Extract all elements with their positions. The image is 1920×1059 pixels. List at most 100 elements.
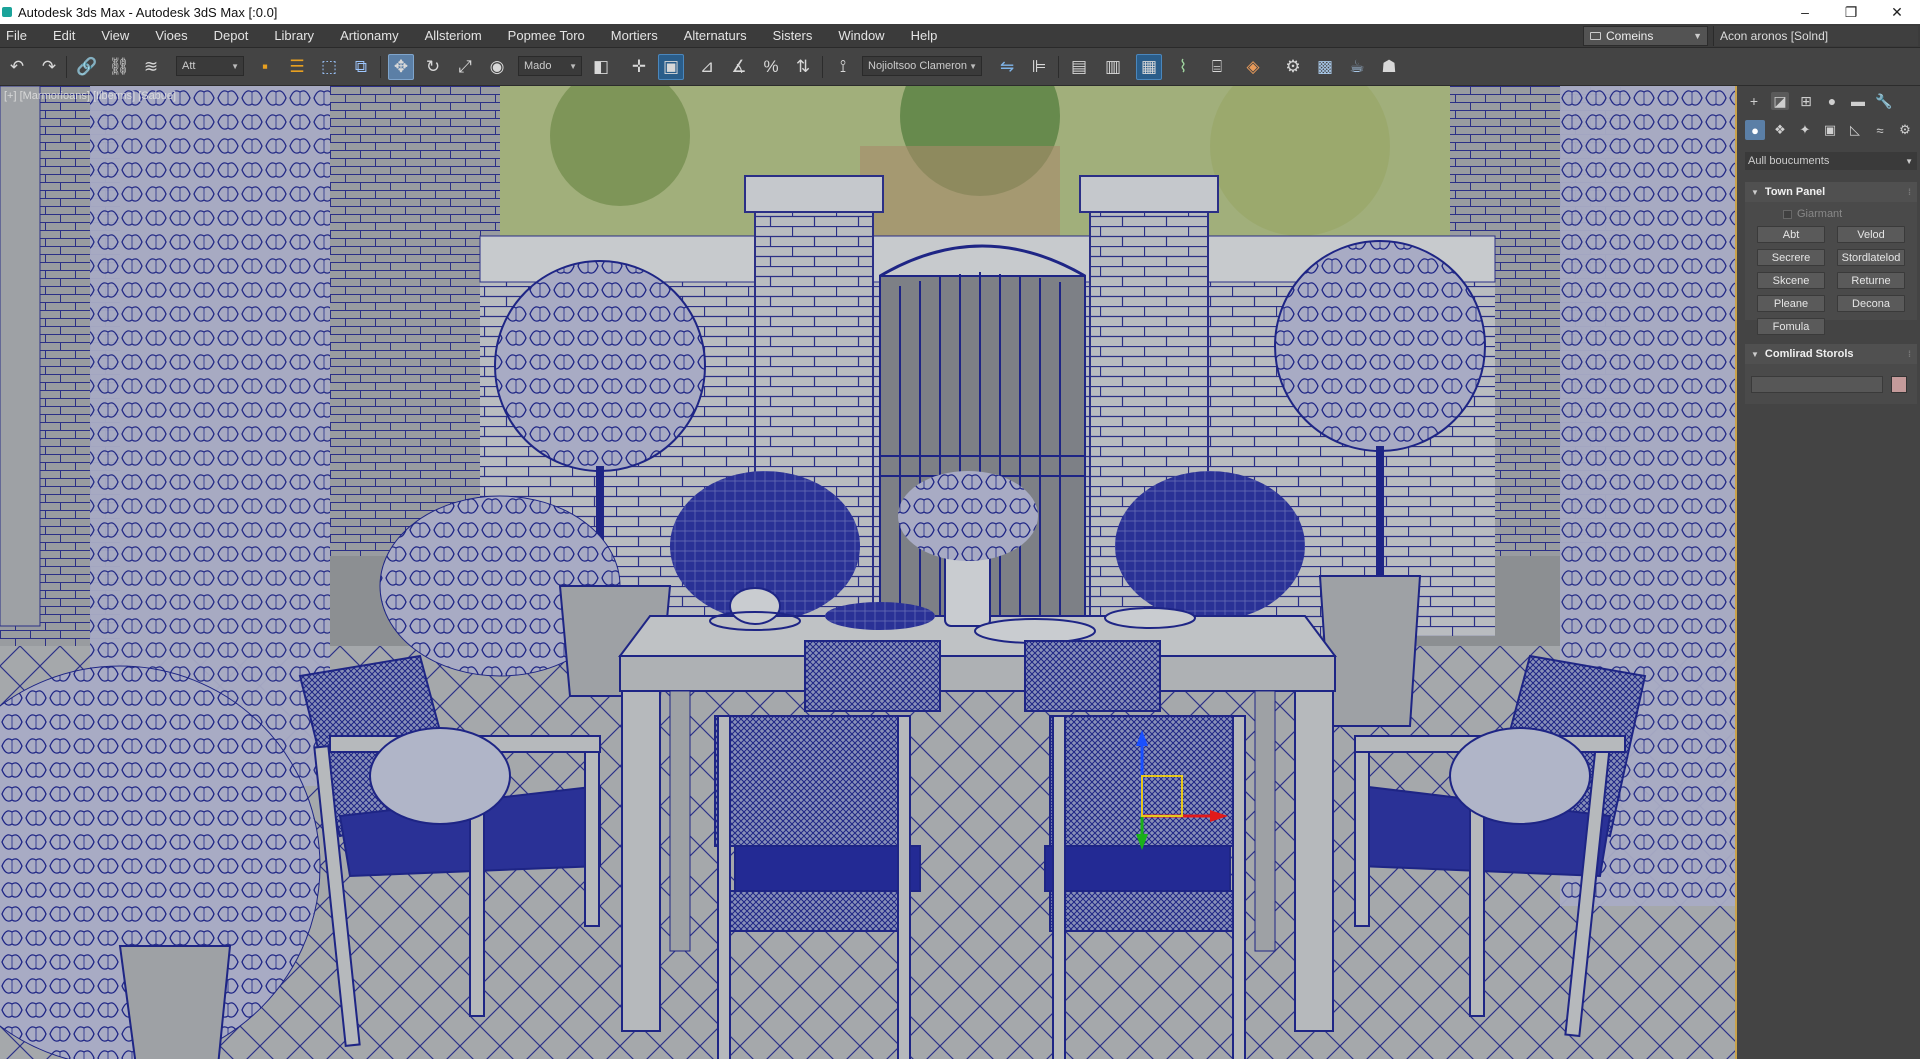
checkbox-box	[1783, 209, 1792, 219]
maximize-button[interactable]: ❐	[1828, 0, 1874, 24]
scene-explorer-icon[interactable]: ▤	[1066, 54, 1092, 80]
coord-system-value: Mado	[524, 60, 552, 72]
rectangular-selection-icon[interactable]: ⬚	[316, 54, 342, 80]
rollout-title: Town Panel	[1764, 186, 1826, 198]
render-setup-icon[interactable]: ⚙	[1280, 54, 1306, 80]
menu-depot[interactable]: Depot	[201, 28, 262, 43]
systems-icon[interactable]: ⚙	[1895, 120, 1915, 140]
menu-sisters[interactable]: Sisters	[760, 28, 826, 43]
layer-explorer-icon[interactable]: ▥	[1100, 54, 1126, 80]
motion-tab-icon[interactable]: ●	[1823, 92, 1841, 110]
render-iterative-icon[interactable]: ☗	[1376, 54, 1402, 80]
ribbon-toggle-icon[interactable]: ▦	[1136, 54, 1162, 80]
mirror-icon[interactable]: ⇋	[994, 54, 1020, 80]
chevron-down-icon: ▼	[569, 61, 577, 71]
object-category-dropdown[interactable]: Aull boucuments ▼	[1745, 152, 1917, 170]
perspective-viewport[interactable]: [+] [Marmorioans] [Ilberms] [Sabue]	[0, 86, 1737, 1059]
modify-tab-icon[interactable]: ◪	[1771, 92, 1789, 110]
hierarchy-tab-icon[interactable]: ⊞	[1797, 92, 1815, 110]
reference-coordinate-dropdown[interactable]: Mado ▼	[518, 56, 582, 76]
giarmant-checkbox[interactable]: Giarmant	[1783, 208, 1842, 220]
menu-artionamy[interactable]: Artionamy	[327, 28, 412, 43]
unlink-icon[interactable]: ⛓	[106, 54, 132, 80]
workspace-dropdown[interactable]: Comeins ▼	[1583, 26, 1708, 46]
menu-alternaturs[interactable]: Alternaturs	[671, 28, 760, 43]
align-icon[interactable]: ⊫	[1026, 54, 1052, 80]
select-by-name-icon[interactable]: ☰	[284, 54, 310, 80]
render-production-icon[interactable]: ☕	[1344, 54, 1370, 80]
cameras-icon[interactable]: ▣	[1820, 120, 1840, 140]
create-subcategory-bar: ● ❖ ✦ ▣ ◺ ≈ ⚙	[1739, 118, 1920, 142]
selection-filter-dropdown[interactable]: Att ▼	[176, 56, 244, 76]
menu-edit[interactable]: Edit	[40, 28, 88, 43]
geometry-icon[interactable]: ●	[1745, 120, 1765, 140]
object-type-button[interactable]: Returne	[1837, 272, 1905, 289]
object-type-button[interactable]: Fomula	[1757, 318, 1825, 335]
bind-space-warp-icon[interactable]: ≋	[138, 54, 164, 80]
create-tab-icon[interactable]: +	[1745, 92, 1763, 110]
shapes-icon[interactable]: ❖	[1770, 120, 1790, 140]
object-type-button[interactable]: Secrere	[1757, 249, 1825, 266]
menu-window[interactable]: Window	[825, 28, 897, 43]
collapse-triangle-icon: ▼	[1751, 349, 1759, 359]
app-icon	[2, 7, 12, 17]
helpers-icon[interactable]: ◺	[1845, 120, 1865, 140]
spinner-snap-icon[interactable]: ⇅	[790, 54, 816, 80]
account-label[interactable]: Acon aronos [Solnd]	[1713, 26, 1918, 46]
keyboard-shortcut-override-icon[interactable]: ▣	[658, 54, 684, 80]
select-place-icon[interactable]: ◉	[484, 54, 510, 80]
select-object-icon[interactable]: ▪	[252, 54, 278, 80]
object-type-button[interactable]: Pleane	[1757, 295, 1825, 312]
snaps-toggle-icon[interactable]: ⊿	[694, 54, 720, 80]
object-color-swatch[interactable]	[1891, 376, 1907, 393]
window-title: Autodesk 3ds Max - Autodesk 3dS Max [:0.…	[18, 4, 278, 20]
rendered-frame-window-icon[interactable]: ▩	[1312, 54, 1338, 80]
select-manipulate-icon[interactable]: ✛	[626, 54, 652, 80]
menu-library[interactable]: Library	[261, 28, 327, 43]
object-type-button[interactable]: Skcene	[1757, 272, 1825, 289]
menu-view[interactable]: View	[88, 28, 142, 43]
rollout-name-color-header[interactable]: ▼ Comlirad Storols ⁞	[1745, 344, 1917, 364]
redo-icon[interactable]: ↷	[36, 54, 62, 80]
object-type-button[interactable]: Decona	[1837, 295, 1905, 312]
percent-snap-icon[interactable]: %	[758, 54, 784, 80]
pivot-center-icon[interactable]: ◧	[588, 54, 614, 80]
rollout-grip-icon: ⁞	[1908, 187, 1911, 197]
undo-icon[interactable]: ↶	[4, 54, 30, 80]
select-rotate-icon[interactable]: ↻	[420, 54, 446, 80]
angle-snap-icon[interactable]: ∡	[726, 54, 752, 80]
rollout-name-color-body	[1745, 364, 1917, 404]
object-type-button[interactable]: Stordlatelod	[1837, 249, 1905, 266]
menu-popmee-toro[interactable]: Popmee Toro	[495, 28, 598, 43]
close-button[interactable]: ✕	[1874, 0, 1920, 24]
edit-named-selection-icon[interactable]: ⟟	[830, 54, 856, 80]
window-crossing-icon[interactable]: ⧉	[348, 54, 374, 80]
named-selection-dropdown[interactable]: Nojioltsoo Clameron ▼	[862, 56, 982, 76]
object-type-button[interactable]: Abt	[1757, 226, 1825, 243]
select-scale-icon[interactable]: ⤢	[452, 54, 478, 80]
menu-allsteriom[interactable]: Allsteriom	[412, 28, 495, 43]
select-move-icon[interactable]: ✥	[388, 54, 414, 80]
schematic-view-icon[interactable]: ⌸	[1204, 54, 1230, 80]
material-editor-icon[interactable]: ◈	[1240, 54, 1266, 80]
rollout-town-panel-body: Giarmant Abt Velod Secrere Stordlatelod …	[1745, 202, 1917, 335]
minimize-button[interactable]: –	[1782, 0, 1828, 24]
menu-mortiers[interactable]: Mortiers	[598, 28, 671, 43]
scene-render	[0, 86, 1735, 1059]
object-category-value: Aull boucuments	[1748, 155, 1830, 167]
space-warps-icon[interactable]: ≈	[1870, 120, 1890, 140]
object-name-field[interactable]	[1751, 376, 1883, 393]
link-icon[interactable]: 🔗	[74, 54, 100, 80]
workspace-value: Comeins	[1606, 29, 1654, 43]
menu-vioes[interactable]: Vioes	[142, 28, 200, 43]
curve-editor-icon[interactable]: ⌇	[1170, 54, 1196, 80]
utilities-tab-icon[interactable]: 🔧	[1875, 92, 1893, 110]
lights-icon[interactable]: ✦	[1795, 120, 1815, 140]
menu-file[interactable]: File	[0, 28, 40, 43]
rollout-town-panel-header[interactable]: ▼ Town Panel ⁞	[1745, 182, 1917, 202]
object-type-button[interactable]: Velod	[1837, 226, 1905, 243]
display-tab-icon[interactable]: ▬	[1849, 92, 1867, 110]
viewport-label[interactable]: [+] [Marmorioans] [Ilberms] [Sabue]	[4, 90, 176, 102]
menu-help[interactable]: Help	[898, 28, 951, 43]
rollout-title: Comlirad Storols	[1764, 348, 1854, 360]
